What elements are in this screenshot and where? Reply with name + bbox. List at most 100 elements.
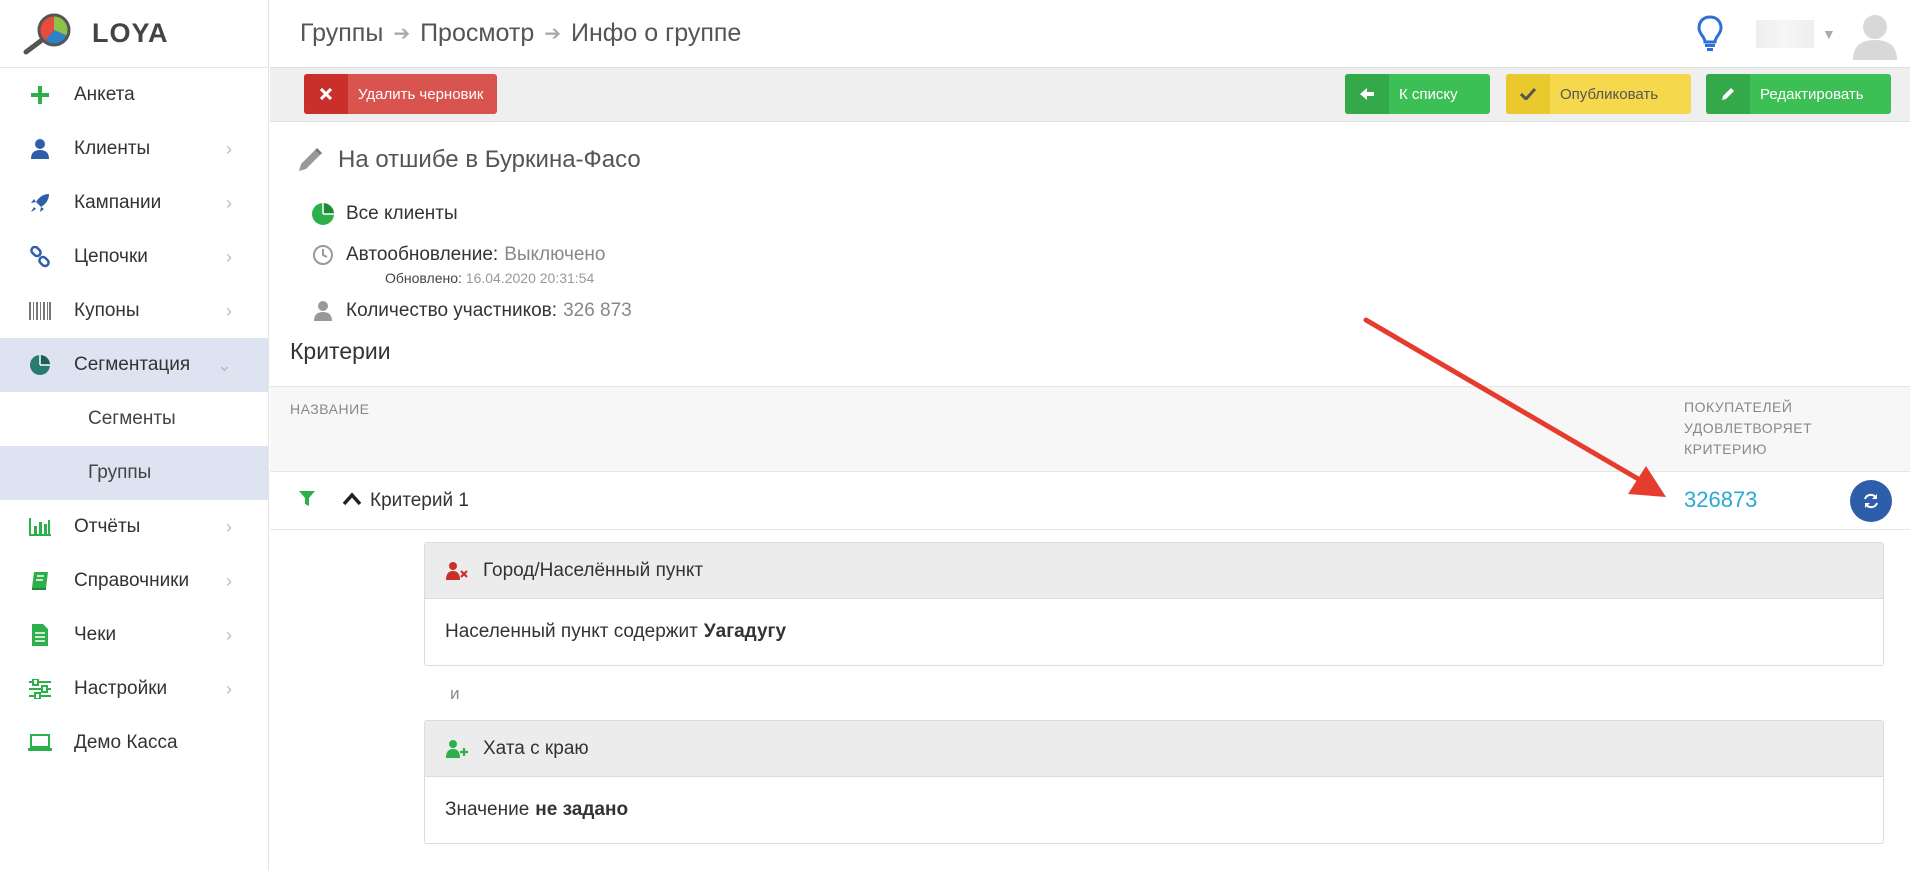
sidebar-subitem-groups[interactable]: Группы xyxy=(0,446,268,500)
book-icon xyxy=(26,569,54,593)
link-icon xyxy=(26,245,54,269)
check-icon xyxy=(1506,74,1550,114)
chevron-right-icon: › xyxy=(226,516,232,537)
refresh-button[interactable] xyxy=(1850,480,1892,522)
user-icon xyxy=(310,300,336,322)
sidebar-item-label: Клиенты xyxy=(74,138,151,159)
breadcrumb-view[interactable]: Просмотр xyxy=(420,19,534,48)
delete-draft-label: Удалить черновик xyxy=(358,85,484,103)
edit-label: Редактировать xyxy=(1760,85,1864,103)
group-title: На отшибе в Буркина-Фасо xyxy=(338,146,641,173)
caret-down-icon[interactable]: ▼ xyxy=(1822,26,1836,42)
sidebar-item-label: Настройки xyxy=(74,678,168,699)
condition-body: Значение не задано xyxy=(425,777,1883,843)
sidebar-item-demo-cash[interactable]: Демо Касса xyxy=(0,716,268,770)
column-header-buyers-line: УДОВЛЕТВОРЯЕТ xyxy=(1684,420,1813,436)
sidebar-item-label: Отчёты xyxy=(74,516,141,537)
condition-body: Населенный пункт содержит Уагадугу xyxy=(425,599,1883,665)
pie-chart-icon xyxy=(310,202,336,226)
condition-text: Населенный пункт содержит xyxy=(445,621,698,642)
criteria-table-header: НАЗВАНИЕ ПОКУПАТЕЛЕЙ УДОВЛЕТВОРЯЕТ КРИТЕ… xyxy=(270,386,1910,472)
user-name-blurred[interactable] xyxy=(1756,20,1814,48)
sidebar-item-receipts[interactable]: Чеки › xyxy=(0,608,268,662)
delete-draft-button[interactable]: Удалить черновик xyxy=(304,74,498,114)
chevron-right-icon: › xyxy=(226,192,232,213)
app-name: LOYA xyxy=(92,18,169,48)
column-header-buyers-line: ПОКУПАТЕЛЕЙ xyxy=(1684,399,1793,415)
criterion-name: Критерий 1 xyxy=(370,490,469,511)
condition-header: Город/Населённый пункт xyxy=(425,543,1883,599)
chevron-right-icon: › xyxy=(226,570,232,591)
criterion-buyers-count[interactable]: 326873 xyxy=(1684,487,1757,513)
refresh-icon xyxy=(1864,493,1878,509)
arrow-left-icon xyxy=(1345,74,1389,114)
sidebar-item-label: Кампании xyxy=(74,192,162,213)
breadcrumb: Группы ➔ Просмотр ➔ Инфо о группе xyxy=(300,19,741,48)
avatar[interactable] xyxy=(1850,10,1900,60)
user-icon xyxy=(26,137,54,161)
filter-icon xyxy=(299,491,315,506)
sidebar-item-coupons[interactable]: Купоны › xyxy=(0,284,268,338)
condition-value: Уагадугу xyxy=(703,621,787,642)
publish-label: Опубликовать xyxy=(1560,85,1659,103)
autoupdate-value: Выключено xyxy=(504,244,606,265)
receipt-icon xyxy=(26,623,54,647)
barcode-icon xyxy=(26,299,54,323)
all-clients-row: Все клиенты xyxy=(310,202,458,226)
members-label: Количество участников: xyxy=(346,300,558,321)
chevron-up-icon[interactable] xyxy=(342,490,362,508)
breadcrumb-groups[interactable]: Группы xyxy=(300,19,383,48)
sidebar-item-segmentation[interactable]: Сегментация ⌄ xyxy=(0,338,268,392)
sidebar-item-reports[interactable]: Отчёты › xyxy=(0,500,268,554)
sliders-icon xyxy=(26,677,54,701)
user-add-icon xyxy=(446,739,468,758)
autoupdate-label: Автообновление: xyxy=(346,244,499,265)
sidebar-item-label: Сегментация xyxy=(74,354,191,375)
sidebar-item-chains[interactable]: Цепочки › xyxy=(0,230,268,284)
user-remove-icon xyxy=(446,561,468,580)
lightbulb-icon[interactable] xyxy=(1696,14,1724,52)
condition-title: Хата с краю xyxy=(483,737,589,759)
sidebar-item-label: Анкета xyxy=(74,84,135,105)
and-separator: и xyxy=(450,684,460,703)
column-header-name: НАЗВАНИЕ xyxy=(290,401,370,417)
sidebar-item-label: Цепочки xyxy=(74,246,148,267)
toolbar: Удалить черновик К списку Опубликовать Р… xyxy=(270,68,1910,122)
column-header-buyers-line: КРИТЕРИЮ xyxy=(1684,441,1767,457)
sidebar-item-settings[interactable]: Настройки › xyxy=(0,662,268,716)
condition-title: Город/Населённый пункт xyxy=(483,559,704,581)
sidebar-item-references[interactable]: Справочники › xyxy=(0,554,268,608)
logo[interactable]: LOYA xyxy=(0,0,268,68)
sidebar-item-clients[interactable]: Клиенты › xyxy=(0,122,268,176)
chevron-right-icon: › xyxy=(226,624,232,645)
sidebar-subitem-segments[interactable]: Сегменты xyxy=(0,392,268,446)
bar-chart-icon xyxy=(26,515,54,539)
logo-icon xyxy=(23,13,71,54)
close-icon xyxy=(304,74,348,114)
all-clients-label: Все клиенты xyxy=(346,203,458,224)
sidebar-item-campaigns[interactable]: Кампании › xyxy=(0,176,268,230)
condition-header: Хата с краю xyxy=(425,721,1883,777)
to-list-button[interactable]: К списку xyxy=(1345,74,1490,114)
chevron-right-icon: › xyxy=(226,246,232,267)
criterion-row: Критерий 1 326873 xyxy=(270,472,1910,530)
column-header-buyers: ПОКУПАТЕЛЕЙ УДОВЛЕТВОРЯЕТ КРИТЕРИЮ xyxy=(1684,397,1834,460)
breadcrumb-group-info: Инфо о группе xyxy=(571,19,742,47)
edit-button[interactable]: Редактировать xyxy=(1706,74,1891,114)
top-header: Группы ➔ Просмотр ➔ Инфо о группе ▼ xyxy=(270,0,1910,68)
updated-value: 16.04.2020 20:31:54 xyxy=(465,270,595,286)
updated-timestamp: Обновлено: 16.04.2020 20:31:54 xyxy=(385,270,594,286)
chevron-right-icon: › xyxy=(226,300,232,321)
members-value: 326 873 xyxy=(563,300,632,321)
sidebar-item-anketa[interactable]: Анкета xyxy=(0,68,268,122)
pencil-icon xyxy=(299,148,322,171)
chevron-right-icon: › xyxy=(226,138,232,159)
condition-text: Значение xyxy=(445,799,530,820)
arrow-right-icon: ➔ xyxy=(393,23,411,45)
chevron-down-icon: ⌄ xyxy=(216,354,232,375)
to-list-label: К списку xyxy=(1399,85,1458,103)
publish-button[interactable]: Опубликовать xyxy=(1506,74,1691,114)
sidebar: LOYA Анкета Клиенты › Кампании › Цепочки… xyxy=(0,0,269,870)
sidebar-item-label: Справочники xyxy=(74,570,190,591)
condition-card: Город/Населённый пункт Населенный пункт … xyxy=(424,542,1884,666)
